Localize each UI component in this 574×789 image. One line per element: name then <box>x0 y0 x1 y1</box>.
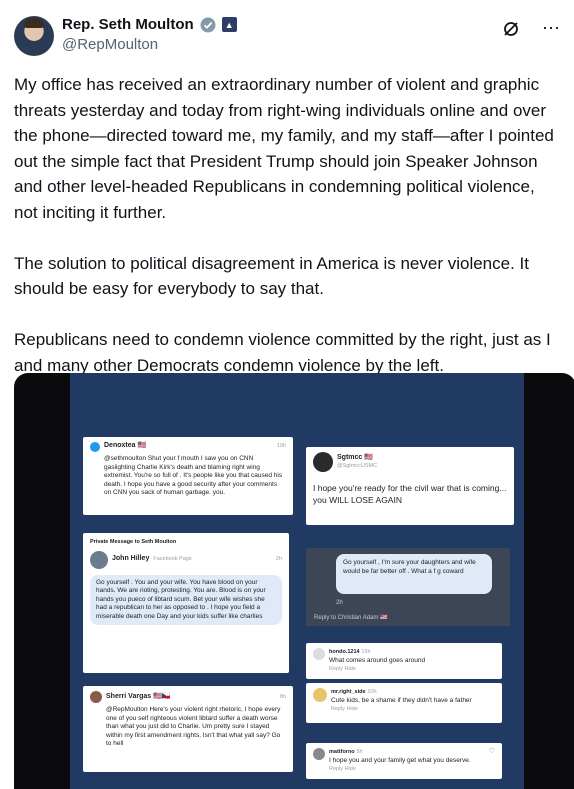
card-handle: @SgtmccUSMC <box>337 463 378 469</box>
card-author: mr.right_side <box>331 689 366 695</box>
card-author: mattforno <box>329 749 355 755</box>
avatar <box>313 748 325 760</box>
card-text: Go yourself , I'm sure your daughters an… <box>336 554 492 594</box>
threat-card-sherri-vargas: Sherri Vargas 🇺🇸🇨🇿 8h @RepMoulton Here's… <box>83 686 293 772</box>
threat-card-hondo: hondo.1214 19h What comes around goes ar… <box>306 643 502 679</box>
more-icon[interactable]: ⋯ <box>542 18 560 39</box>
tweet-paragraph-1: My office has received an extraordinary … <box>14 75 554 222</box>
card-time: 10h <box>276 443 286 449</box>
card-text: I hope you're ready for the civil war th… <box>313 483 507 505</box>
card-time: 8h <box>279 693 286 700</box>
tweet-header: Rep. Seth Moulton ▲ @RepMoulton ⋯ <box>14 14 560 58</box>
card-text: What comes around goes around <box>329 656 426 664</box>
card-text: Cute kids, be a shame if they didn't hav… <box>331 696 472 704</box>
card-actions: Reply Hide <box>329 766 356 772</box>
avatar <box>313 688 327 702</box>
verified-badge-icon <box>200 17 216 32</box>
name-row: Rep. Seth Moulton ▲ <box>62 16 237 33</box>
card-author: John Hilley <box>112 555 150 563</box>
tweet-paragraph-2: The solution to political disagreement i… <box>14 253 529 299</box>
threat-card-message: Go yourself , I'm sure your daughters an… <box>306 548 510 626</box>
threat-card-sgtmcc: Sgtmcc 🇺🇸 @SgtmccUSMC I hope you're read… <box>306 447 514 525</box>
card-meta: Facebook Page <box>153 556 192 563</box>
card-time: 5h <box>356 749 363 755</box>
tweet-text: My office has received an extraordinary … <box>14 72 562 404</box>
avatar <box>313 452 333 472</box>
card-actions: Reply Hide <box>329 666 356 672</box>
card-text: @sethmoulton Shut your f mouth I saw you… <box>104 455 283 496</box>
card-time: 19h <box>361 649 371 655</box>
card-author: Denoxtea 🇺🇸 <box>104 442 147 449</box>
avatar <box>313 648 325 660</box>
slash-circle-icon[interactable] <box>502 20 520 38</box>
threat-card-john-hilley: Private Message to Seth Moulton John Hil… <box>83 533 289 673</box>
card-text: Go yourself . You and your wife. You hav… <box>90 574 282 625</box>
card-time: 2h <box>336 600 343 606</box>
tweet-media-image[interactable]: Denoxtea 🇺🇸 10h @sethmoulton Shut your f… <box>14 373 574 789</box>
screenshot-collage: Denoxtea 🇺🇸 10h @sethmoulton Shut your f… <box>70 373 524 789</box>
card-caption: Private Message to Seth Moulton <box>90 539 177 545</box>
card-actions: Reply Hide <box>331 706 358 712</box>
government-badge-icon: ▲ <box>221 17 237 32</box>
card-reply: Reply to Christian Adam 🇺🇸 <box>314 615 388 621</box>
avatar[interactable] <box>14 16 54 56</box>
card-author: Sgtmcc 🇺🇸 <box>337 453 373 461</box>
threat-card-mr-right-side: mr.right_side 10h Cute kids, be a shame … <box>306 683 502 723</box>
card-text: @RepMoulton Here's your violent right rh… <box>106 706 281 747</box>
tweet-paragraph-3: Republicans need to condemn violence com… <box>14 330 551 375</box>
threat-card-denoxtea: Denoxtea 🇺🇸 10h @sethmoulton Shut your f… <box>83 437 293 515</box>
header-actions: ⋯ <box>502 18 560 39</box>
avatar <box>90 691 102 703</box>
author-handle[interactable]: @RepMoulton <box>62 36 158 53</box>
card-author: hondo.1214 <box>329 649 360 655</box>
card-time: 10h <box>367 689 377 695</box>
twitter-bird-icon <box>90 442 100 452</box>
heart-icon: ♡ <box>488 748 495 755</box>
card-text: I hope you and your family get what you … <box>329 756 471 764</box>
author-name[interactable]: Rep. Seth Moulton <box>62 16 194 33</box>
threat-card-mattforno: mattforno 5h I hope you and your family … <box>306 743 502 779</box>
avatar <box>90 550 108 569</box>
card-author: Sherri Vargas 🇺🇸🇨🇿 <box>106 692 171 700</box>
card-time: 2h <box>275 556 282 563</box>
